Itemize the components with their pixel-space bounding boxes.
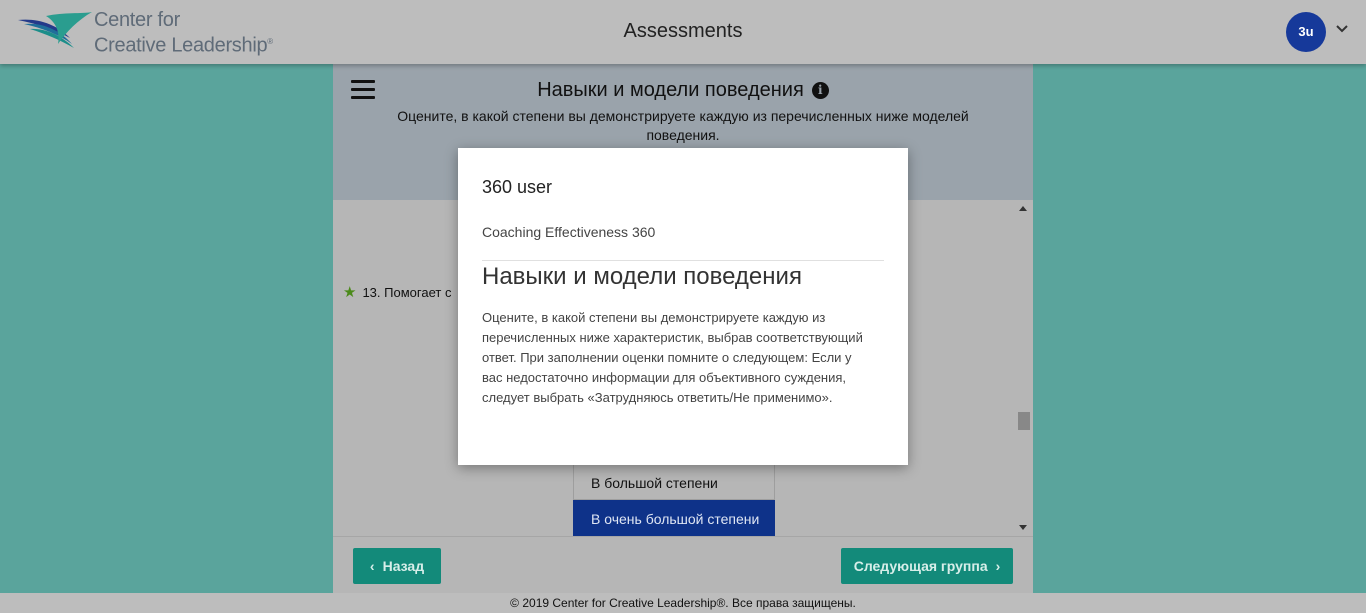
logo-line-2: Creative Leadership® [94,31,273,57]
next-button-label: Следующая группа [853,558,988,574]
copyright: © 2019 Center for Creative Leadership®. … [0,593,1366,613]
modal-user: 360 user [482,177,553,197]
modal-divider [482,260,884,261]
navigation-bar: ‹ Назад Следующая группа › [333,536,1033,593]
question-text: Помогает с [384,285,452,300]
back-button-label: Назад [382,558,425,574]
scroll-down-icon[interactable] [1019,525,1027,530]
chevron-left-icon: ‹ [369,558,375,574]
star-icon: ★ [343,284,357,301]
ccl-logo-icon [18,12,92,48]
back-button[interactable]: ‹ Назад [353,548,441,584]
instructions-modal[interactable]: 360 user Coaching Effectiveness 360 Навы… [458,148,908,465]
answer-option-selected[interactable]: В очень большой степени [573,500,775,536]
question-item: ★ 13. Помогает с [343,283,451,301]
chevron-down-icon[interactable] [1335,24,1349,34]
scroll-thumb[interactable] [1018,412,1030,430]
section-subtitle: Оцените, в какой степени вы демонстрируе… [397,108,969,143]
modal-body: Оцените, в какой степени вы демонстрируе… [482,310,863,405]
modal-product: Coaching Effectiveness 360 [482,224,656,240]
logo-text: Center for Creative Leadership® [94,10,273,57]
scrollbar[interactable] [1016,200,1030,536]
ccl-logo[interactable]: Center for Creative Leadership® [16,8,276,58]
avatar[interactable]: 3u [1286,12,1326,52]
section-title-text: Навыки и модели поведения [537,79,804,101]
modal-title: Навыки и модели поведения [482,263,802,290]
scroll-up-icon[interactable] [1019,206,1027,211]
answer-option[interactable]: В большой степени [573,464,775,500]
question-number: 13. [362,285,381,300]
section-title: Навыки и модели поведения i [333,79,1033,102]
logo-registered-mark: ® [267,37,273,46]
chevron-right-icon: › [995,558,1001,574]
info-icon[interactable]: i [811,82,829,99]
logo-line-1: Center for [94,9,180,31]
top-bar: Center for Creative Leadership® Assessme… [0,0,1366,64]
next-group-button[interactable]: Следующая группа › [841,548,1013,584]
logo-line-2-text: Creative Leadership [94,34,268,57]
